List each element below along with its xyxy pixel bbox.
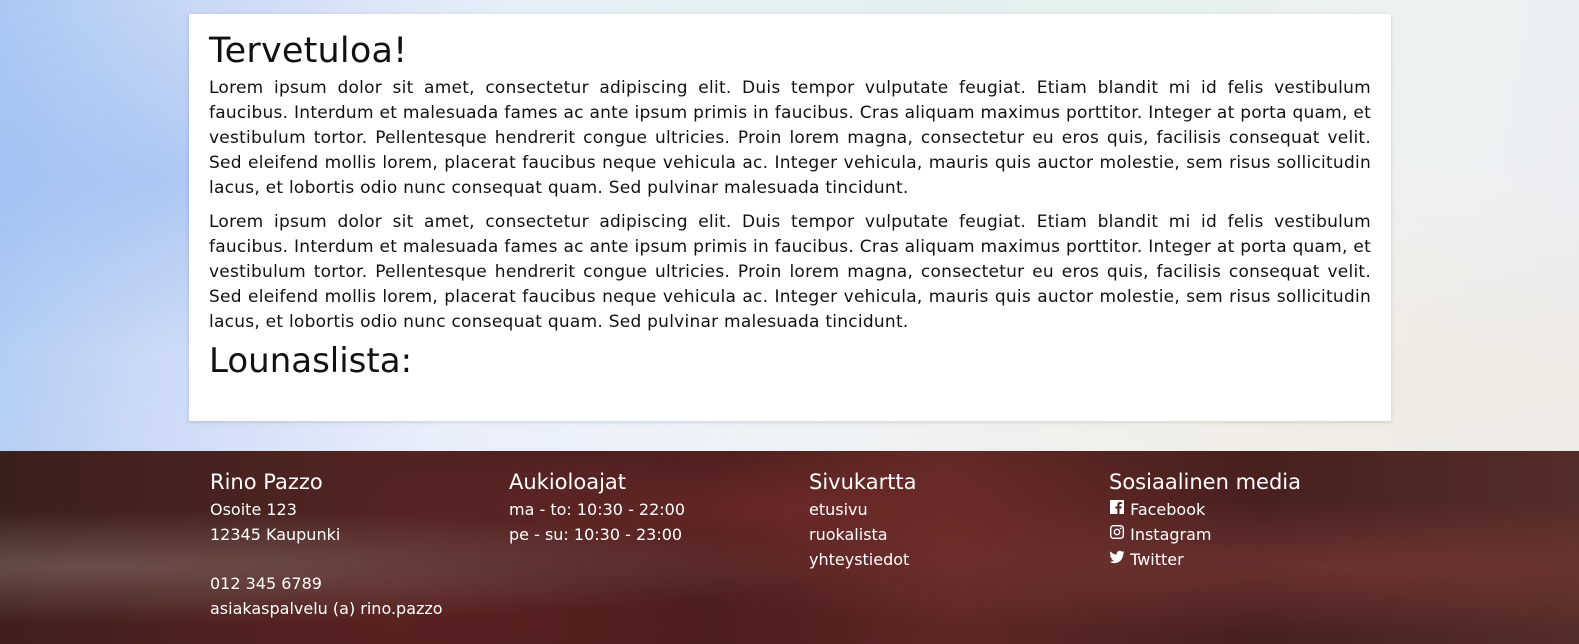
sitemap-title: Sivukartta [809, 470, 917, 494]
phone-number: 012 345 6789 [210, 574, 322, 593]
hours-title: Aukioloajat [509, 470, 627, 494]
social-link-instagram[interactable]: Instagram [1109, 522, 1301, 547]
facebook-icon [1110, 500, 1124, 514]
sitemap-link-yhteystiedot[interactable]: yhteystiedot [809, 547, 917, 572]
footer-social: Sosiaalinen media Facebook Instagram Twi… [1109, 467, 1301, 572]
footer-contact: Rino Pazzo Osoite 123 12345 Kaupunki 012… [210, 467, 443, 621]
social-link-twitter[interactable]: Twitter [1109, 547, 1301, 572]
welcome-title: Tervetuloa! [209, 31, 408, 71]
sitemap-link-ruokalista[interactable]: ruokalista [809, 522, 917, 547]
hours-weekend: pe - su: 10:30 - 23:00 [509, 525, 683, 544]
twitter-icon [1109, 550, 1125, 564]
social-title: Sosiaalinen media [1109, 470, 1301, 494]
intro-paragraph: Lorem ipsum dolor sit amet, consectetur … [209, 212, 1371, 332]
footer-hours: Aukioloajat ma - to: 10:30 - 22:00 pe - … [509, 467, 685, 547]
sitemap-link-etusivu[interactable]: etusivu [809, 497, 917, 522]
street-address: Osoite 123 [210, 500, 297, 519]
footer: Rino Pazzo Osoite 123 12345 Kaupunki 012… [0, 451, 1579, 644]
intro-paragraph: Lorem ipsum dolor sit amet, consectetur … [209, 78, 1371, 198]
email-address: asiakaspalvelu (a) rino.pazzo [210, 599, 443, 618]
lunch-list-title: Lounaslista: [209, 341, 413, 381]
instagram-icon [1110, 525, 1124, 539]
postal-city: 12345 Kaupunki [210, 525, 341, 544]
social-label: Facebook [1130, 500, 1206, 519]
social-link-facebook[interactable]: Facebook [1109, 497, 1301, 522]
hours-weekdays: ma - to: 10:30 - 22:00 [509, 500, 686, 519]
social-label: Twitter [1130, 550, 1184, 569]
content-card: Tervetuloa! Lorem ipsum dolor sit amet, … [189, 14, 1391, 421]
footer-sitemap: Sivukartta etusivu ruokalista yhteystied… [809, 467, 917, 572]
social-label: Instagram [1130, 525, 1212, 544]
restaurant-name: Rino Pazzo [210, 470, 323, 494]
